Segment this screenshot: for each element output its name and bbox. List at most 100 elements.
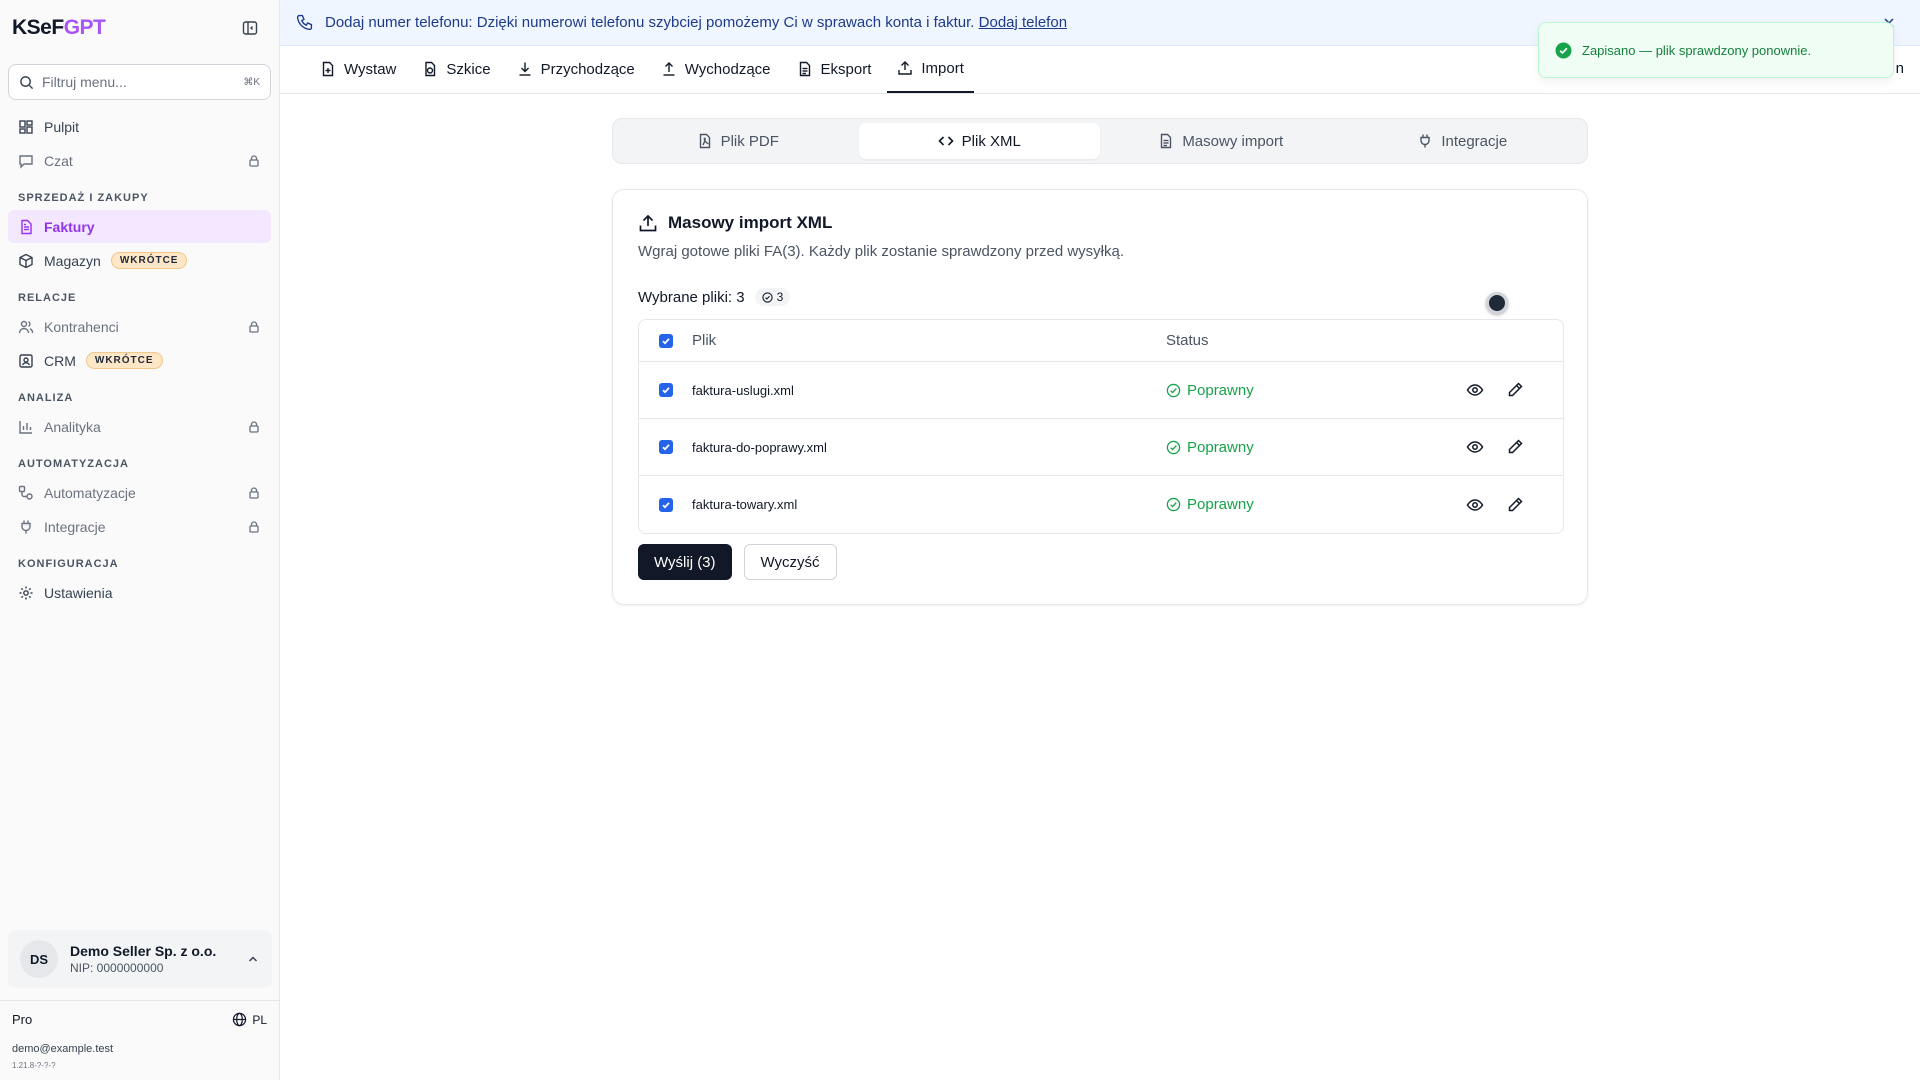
radio-indicator[interactable]	[1486, 292, 1508, 314]
coming-soon-badge: WKRÓTCE	[110, 252, 188, 269]
plug-icon	[21, 520, 31, 533]
plan-row: Pro PL	[12, 1012, 267, 1027]
edit-icon[interactable]	[1506, 496, 1524, 514]
lock-icon	[249, 154, 259, 167]
status-cell: Poprawny	[1166, 439, 1466, 456]
add-phone-link[interactable]: Dodaj telefon	[979, 14, 1067, 31]
status-label: Poprawny	[1187, 496, 1254, 513]
lock-icon	[249, 320, 259, 333]
subtab-label: Plik PDF	[720, 132, 779, 150]
tab-import[interactable]: Import	[887, 45, 974, 93]
subtab-integrations[interactable]: Integracje	[1342, 123, 1584, 159]
subtab-mass-import[interactable]: Masowy import	[1100, 123, 1342, 159]
card-title: Masowy import XML	[638, 213, 832, 233]
chevron-up-icon	[248, 956, 258, 962]
menu-filter-input[interactable]	[42, 74, 236, 90]
header-check-cell	[639, 333, 692, 348]
document-icon	[1161, 133, 1172, 149]
banner-message: Dodaj numer telefonu: Dzięki numerowi te…	[325, 14, 975, 31]
subtab-pdf[interactable]: Plik PDF	[617, 123, 859, 159]
eye-icon[interactable]	[1466, 496, 1484, 514]
language-switcher[interactable]: PL	[232, 1012, 267, 1027]
download-icon	[519, 62, 531, 76]
file-plus-icon	[322, 61, 334, 77]
subtab-xml[interactable]: Plik XML	[858, 123, 1100, 159]
account-name: Demo Seller Sp. z o.o.	[70, 943, 217, 959]
tab-eksport[interactable]: Eksport	[787, 45, 882, 93]
row-actions	[1466, 381, 1563, 399]
clear-button[interactable]: Wyczyść	[743, 544, 837, 580]
phone-icon	[296, 14, 313, 31]
account-info: Demo Seller Sp. z o.o. NIP: 0000000000	[70, 943, 234, 975]
sidebar-item-label: Pulpit	[44, 118, 80, 135]
sidebar-item-label: Ustawienia	[44, 584, 113, 601]
chat-icon	[19, 154, 33, 169]
toast-message: Zapisano — plik sprawdzony ponownie.	[1582, 42, 1812, 58]
row-check-cell	[639, 440, 692, 454]
users-icon	[18, 320, 34, 333]
sidebar-item-kontrahenci[interactable]: Kontrahenci	[8, 310, 271, 343]
sidebar-item-crm[interactable]: CRM WKRÓTCE	[8, 344, 271, 377]
status-label: Poprawny	[1187, 381, 1254, 399]
row-checkbox[interactable]	[658, 383, 673, 397]
check-circle-icon	[1166, 383, 1181, 397]
sidebar-item-integracje[interactable]: Integracje	[8, 510, 271, 543]
file-name: faktura-do-poprawy.xml	[692, 439, 827, 455]
draft-icon	[425, 61, 436, 77]
tab-przychodzace[interactable]: Przychodzące	[507, 45, 645, 93]
sidebar-item-automatyzacje[interactable]: Automatyzacje	[8, 476, 271, 509]
banner-text: Dodaj numer telefonu: Dzięki numerowi te…	[325, 14, 1067, 31]
row-check-cell	[639, 497, 692, 512]
sidebar-item-czat[interactable]: Czat	[8, 144, 271, 177]
selected-files-label: Wybrane pliki: 3	[638, 288, 745, 306]
menu-filter-field[interactable]: ⌘K	[8, 64, 271, 100]
plan-label: Pro	[12, 1012, 33, 1027]
sidebar-item-faktury[interactable]: Faktury	[8, 210, 271, 243]
status-label: Poprawny	[1187, 438, 1254, 456]
eye-icon[interactable]	[1466, 381, 1484, 399]
success-toast: Zapisano — plik sprawdzony ponownie.	[1538, 22, 1894, 78]
globe-icon	[233, 1012, 247, 1027]
upload-icon	[663, 62, 675, 76]
account-switcher[interactable]: DS Demo Seller Sp. z o.o. NIP: 000000000…	[8, 930, 272, 988]
sidebar-header: KSeFGPT	[0, 0, 279, 56]
tab-wychodzace[interactable]: Wychodzące	[651, 45, 781, 93]
check-circle-icon	[1166, 497, 1181, 512]
column-header-status: Status	[1166, 332, 1209, 349]
subtab-label: Masowy import	[1182, 132, 1284, 150]
tab-label: Wychodzące	[684, 60, 771, 78]
gear-icon	[19, 586, 33, 599]
sidebar-item-pulpit[interactable]: Pulpit	[8, 110, 271, 143]
row-checkbox[interactable]	[658, 440, 673, 454]
import-type-switcher: Plik PDF Plik XML Masowy import Integrac…	[612, 118, 1588, 164]
main-content: Dodaj numer telefonu: Dzięki numerowi te…	[280, 0, 1920, 1080]
filter-shortcut-hint: ⌘K	[243, 76, 260, 88]
sidebar-collapse-icon[interactable]	[239, 17, 261, 39]
tab-overflow-text: n	[1895, 60, 1904, 77]
row-checkbox[interactable]	[658, 497, 673, 512]
sidebar-item-label: Automatyzacje	[44, 484, 136, 501]
tab-wystaw[interactable]: Wystaw	[310, 45, 406, 93]
sidebar-item-label: CRM	[44, 352, 76, 369]
subtab-label: Plik XML	[961, 132, 1021, 150]
row-actions	[1466, 438, 1563, 456]
table-row: faktura-uslugi.xml Poprawny	[639, 362, 1563, 419]
sidebar-item-analityka[interactable]: Analityka	[8, 410, 271, 443]
select-all-checkbox[interactable]	[658, 333, 673, 348]
edit-icon[interactable]	[1506, 438, 1524, 456]
eye-icon[interactable]	[1466, 438, 1484, 456]
app-logo[interactable]: KSeFGPT	[12, 16, 106, 40]
file-name: faktura-uslugi.xml	[692, 382, 794, 398]
sidebar-item-magazyn[interactable]: Magazyn WKRÓTCE	[8, 244, 271, 277]
files-table: Plik Status faktura-uslugi.xml Poprawny	[638, 319, 1564, 534]
lock-icon	[249, 520, 259, 533]
card-title-text: Masowy import XML	[668, 213, 833, 232]
send-button[interactable]: Wyślij (3)	[638, 544, 732, 580]
sidebar-item-ustawienia[interactable]: Ustawienia	[8, 576, 271, 609]
language-label: PL	[252, 1012, 267, 1027]
upload-icon	[639, 214, 657, 232]
workflow-icon	[18, 485, 33, 500]
sidebar-item-label: Magazyn	[44, 252, 101, 269]
tab-szkice[interactable]: Szkice	[412, 45, 500, 93]
edit-icon[interactable]	[1506, 381, 1524, 399]
